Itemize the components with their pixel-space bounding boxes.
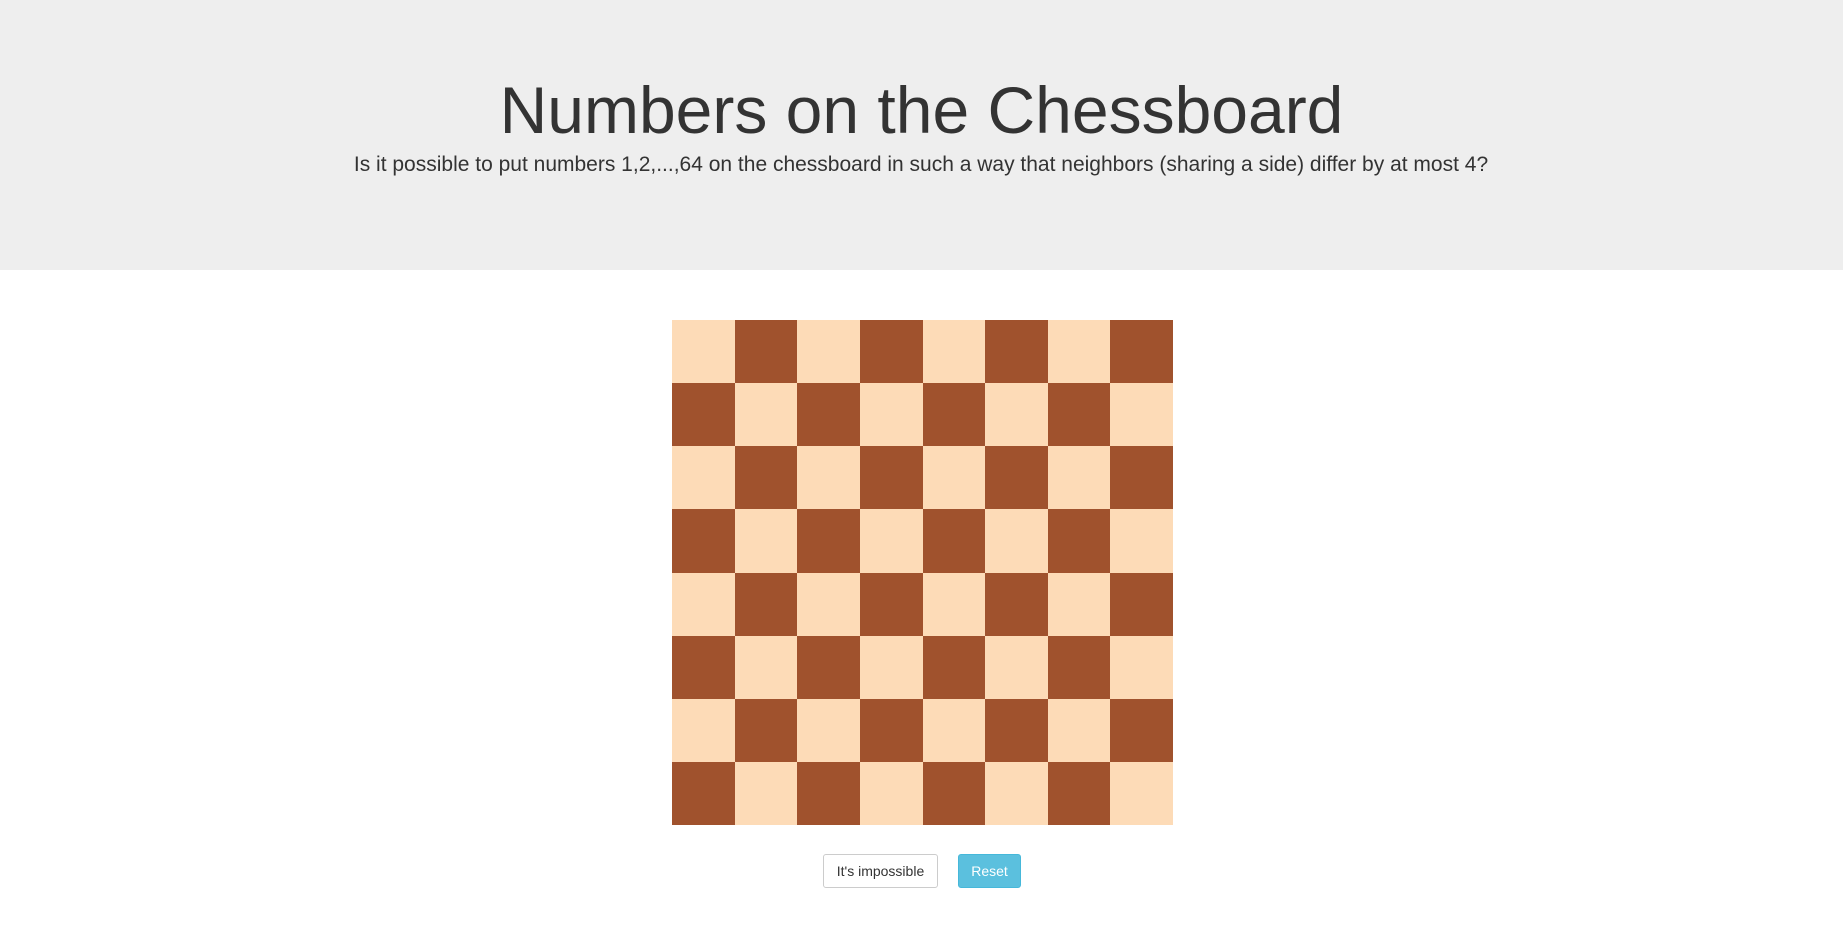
- page-title: Numbers on the Chessboard: [499, 73, 1344, 147]
- board-square[interactable]: [985, 320, 1048, 384]
- board-square[interactable]: [922, 509, 986, 573]
- board-square[interactable]: [859, 761, 923, 825]
- board-square[interactable]: [859, 635, 923, 699]
- board-square[interactable]: [859, 320, 923, 384]
- board-square[interactable]: [1110, 572, 1173, 636]
- board-square[interactable]: [672, 509, 735, 573]
- board-square[interactable]: [1110, 383, 1173, 447]
- board-square[interactable]: [1047, 761, 1111, 825]
- board-square[interactable]: [1110, 698, 1173, 762]
- board-square[interactable]: [797, 698, 860, 762]
- board-square[interactable]: [859, 698, 923, 762]
- board-square[interactable]: [922, 320, 986, 384]
- board-square[interactable]: [985, 509, 1048, 573]
- impossible-button[interactable]: It's impossible: [823, 854, 938, 888]
- board-square[interactable]: [859, 383, 923, 447]
- board-square[interactable]: [985, 446, 1048, 510]
- puzzle-question: Is it possible to put numbers 1,2,...,64…: [353, 153, 1489, 176]
- board-square[interactable]: [734, 320, 798, 384]
- board-square[interactable]: [734, 635, 798, 699]
- board-square[interactable]: [1047, 320, 1111, 384]
- board-square[interactable]: [797, 383, 860, 447]
- board-square[interactable]: [922, 383, 986, 447]
- board-square[interactable]: [922, 446, 986, 510]
- reset-button[interactable]: Reset: [958, 854, 1021, 888]
- board-square[interactable]: [672, 320, 735, 384]
- board-square[interactable]: [797, 509, 860, 573]
- board-square[interactable]: [1047, 635, 1111, 699]
- board-square[interactable]: [1110, 635, 1173, 699]
- board-square[interactable]: [922, 635, 986, 699]
- board-square[interactable]: [922, 761, 986, 825]
- board-square[interactable]: [1047, 383, 1111, 447]
- board-square[interactable]: [985, 383, 1048, 447]
- board-square[interactable]: [734, 572, 798, 636]
- board-square[interactable]: [985, 635, 1048, 699]
- board-square[interactable]: [734, 698, 798, 762]
- board-square[interactable]: [672, 698, 735, 762]
- board-square[interactable]: [672, 383, 735, 447]
- header-jumbotron: Numbers on the Chessboard Is it possible…: [0, 0, 1843, 270]
- board-square[interactable]: [922, 572, 986, 636]
- board-square[interactable]: [1047, 698, 1111, 762]
- board-square[interactable]: [1110, 446, 1173, 510]
- board-square[interactable]: [734, 383, 798, 447]
- board-square[interactable]: [922, 698, 986, 762]
- board-square[interactable]: [1047, 509, 1111, 573]
- board-square[interactable]: [859, 446, 923, 510]
- board-square[interactable]: [672, 572, 735, 636]
- board-square[interactable]: [859, 572, 923, 636]
- board-square[interactable]: [1110, 509, 1173, 573]
- board-square[interactable]: [797, 320, 860, 384]
- board-square[interactable]: [734, 761, 798, 825]
- board-square[interactable]: [672, 761, 735, 825]
- board-square[interactable]: [797, 572, 860, 636]
- board-square[interactable]: [1110, 761, 1173, 825]
- board-square[interactable]: [672, 446, 735, 510]
- board-square[interactable]: [1110, 320, 1173, 384]
- board-square[interactable]: [859, 509, 923, 573]
- board-square[interactable]: [734, 446, 798, 510]
- board-square[interactable]: [985, 698, 1048, 762]
- chessboard[interactable]: [672, 320, 1173, 825]
- board-square[interactable]: [734, 509, 798, 573]
- board-square[interactable]: [797, 446, 860, 510]
- board-square[interactable]: [797, 761, 860, 825]
- board-square[interactable]: [985, 761, 1048, 825]
- board-square[interactable]: [985, 572, 1048, 636]
- board-square[interactable]: [1047, 572, 1111, 636]
- board-square[interactable]: [1047, 446, 1111, 510]
- board-square[interactable]: [672, 635, 735, 699]
- board-square[interactable]: [797, 635, 860, 699]
